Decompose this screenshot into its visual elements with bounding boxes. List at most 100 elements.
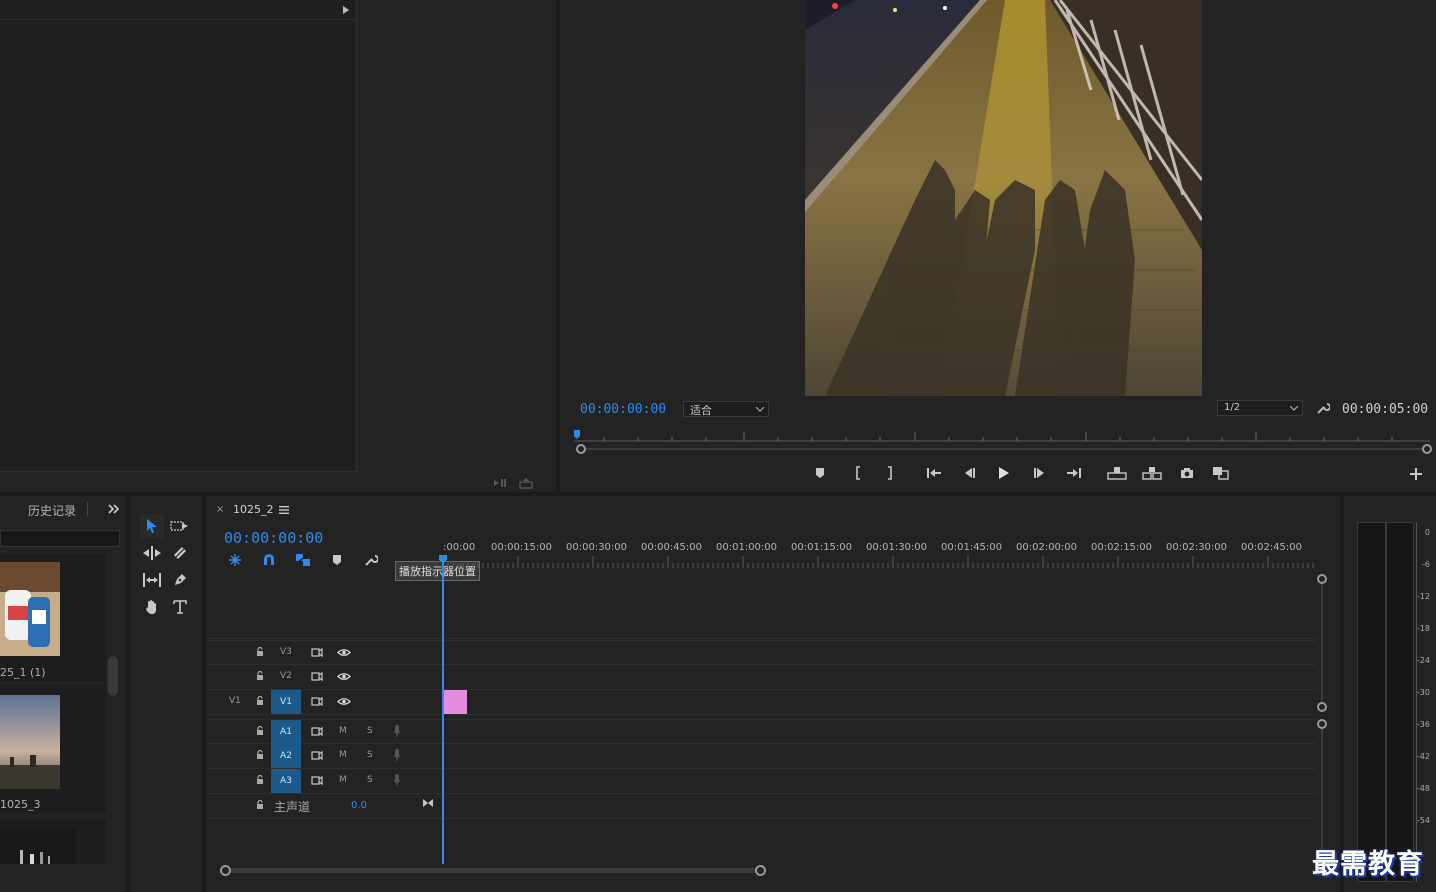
- eye-icon[interactable]: [337, 648, 351, 657]
- lock-icon[interactable]: [256, 671, 264, 681]
- vertical-scroll-handle[interactable]: [1317, 702, 1327, 712]
- mute-button[interactable]: M: [339, 775, 347, 785]
- chevron-down-icon: [756, 406, 764, 412]
- sync-lock-icon[interactable]: [311, 727, 323, 736]
- eye-icon[interactable]: [337, 697, 351, 706]
- project-item[interactable]: [0, 820, 106, 864]
- vertical-scroll-track: [1321, 729, 1323, 859]
- timeline-settings-wrench-icon[interactable]: [359, 548, 383, 572]
- microphone-icon[interactable]: [393, 749, 401, 762]
- selection-tool-icon[interactable]: [140, 514, 164, 538]
- type-tool-icon[interactable]: [168, 595, 192, 619]
- hamburger-menu-icon[interactable]: [278, 504, 290, 516]
- add-button-icon[interactable]: [1404, 462, 1428, 486]
- insert-icon[interactable]: [492, 476, 508, 490]
- go-to-in-button[interactable]: [922, 461, 946, 485]
- export-frame-icon[interactable]: [518, 476, 534, 490]
- lock-icon[interactable]: [256, 775, 264, 785]
- playhead[interactable]: [442, 556, 444, 864]
- add-marker-button[interactable]: [808, 461, 832, 485]
- timeline-zoom-scrollbar[interactable]: [220, 865, 766, 876]
- razor-tool-icon[interactable]: [168, 541, 192, 565]
- track-row-v1[interactable]: V1 V1: [208, 690, 1316, 715]
- program-zoom-scrollbar[interactable]: [576, 444, 1432, 454]
- mute-button[interactable]: M: [339, 750, 347, 760]
- source-patch-label[interactable]: V1: [229, 696, 241, 706]
- track-row-v3[interactable]: V3: [208, 640, 1316, 665]
- sync-lock-icon[interactable]: [311, 648, 323, 657]
- lift-button[interactable]: [1105, 461, 1129, 485]
- sync-lock-icon[interactable]: [311, 672, 323, 681]
- lock-icon[interactable]: [256, 750, 264, 760]
- project-item[interactable]: 1025_3: [0, 685, 106, 813]
- sync-lock-icon[interactable]: [311, 776, 323, 785]
- track-target-a3[interactable]: A3: [271, 769, 301, 793]
- snap-magnet-icon[interactable]: [257, 548, 281, 572]
- program-timecode[interactable]: 00:00:00:00: [580, 402, 666, 417]
- triangle-right-icon[interactable]: [340, 3, 352, 17]
- pen-tool-icon[interactable]: [168, 568, 192, 592]
- lock-icon[interactable]: [256, 800, 264, 810]
- solo-button[interactable]: S: [367, 726, 373, 736]
- mark-out-button[interactable]: [878, 461, 902, 485]
- vertical-scroll-handle[interactable]: [1317, 719, 1327, 729]
- go-to-end-icon[interactable]: [422, 798, 434, 808]
- slip-tool-icon[interactable]: [140, 568, 164, 592]
- master-volume-value[interactable]: 0.0: [351, 800, 367, 811]
- linked-selection-icon[interactable]: [291, 548, 315, 572]
- wrench-icon[interactable]: [1314, 400, 1332, 416]
- play-button[interactable]: [992, 461, 1016, 485]
- close-icon[interactable]: ×: [216, 504, 224, 515]
- mark-in-button[interactable]: [846, 461, 870, 485]
- fit-dropdown[interactable]: 适合: [683, 401, 769, 417]
- panel-menu-chevron-icon[interactable]: [106, 502, 122, 516]
- lock-icon[interactable]: [256, 726, 264, 736]
- lock-icon[interactable]: [256, 647, 264, 657]
- search-input[interactable]: [0, 530, 120, 547]
- ripple-edit-tool-icon[interactable]: [140, 541, 164, 565]
- track-target-a2[interactable]: A2: [271, 744, 301, 768]
- microphone-icon[interactable]: [393, 725, 401, 738]
- track-select-tool-icon[interactable]: [168, 514, 192, 538]
- track-row-a2[interactable]: A2 M S: [208, 744, 1316, 769]
- video-clip[interactable]: [443, 690, 467, 714]
- vertical-scroll-handle[interactable]: [1317, 574, 1327, 584]
- history-tab[interactable]: 历史记录: [28, 502, 76, 519]
- hand-tool-icon[interactable]: [140, 595, 164, 619]
- solo-button[interactable]: S: [367, 775, 373, 785]
- source-monitor-header: [0, 0, 357, 20]
- track-row-a1[interactable]: A1 M S: [208, 719, 1316, 744]
- ruler-label: 00:02:45:00: [1241, 542, 1303, 553]
- extract-button[interactable]: [1140, 461, 1164, 485]
- sync-lock-icon[interactable]: [311, 697, 323, 706]
- chevron-down-icon: [1290, 405, 1298, 411]
- microphone-icon[interactable]: [393, 774, 401, 787]
- resolution-dropdown[interactable]: 1/2: [1217, 400, 1303, 416]
- sync-lock-icon[interactable]: [311, 751, 323, 760]
- track-target-a1[interactable]: A1: [271, 720, 301, 744]
- go-to-out-button[interactable]: [1062, 461, 1086, 485]
- track-row-master[interactable]: 主声道 0.0: [208, 794, 1316, 819]
- timeline-ruler[interactable]: [443, 556, 1316, 570]
- eye-icon[interactable]: [337, 672, 351, 681]
- meter-channel: [1357, 522, 1386, 882]
- solo-button[interactable]: S: [367, 750, 373, 760]
- step-back-button[interactable]: [957, 461, 981, 485]
- comparison-view-button[interactable]: [1209, 461, 1233, 485]
- lock-icon[interactable]: [256, 696, 264, 706]
- tab-sequence[interactable]: 1025_2: [233, 503, 274, 516]
- track-target-v1[interactable]: V1: [271, 690, 301, 714]
- add-marker-icon[interactable]: [325, 548, 349, 572]
- track-row-a3[interactable]: A3 M S: [208, 769, 1316, 794]
- db-label: -42: [1416, 752, 1430, 761]
- ruler-label: 00:02:15:00: [1091, 542, 1153, 553]
- timeline-timecode[interactable]: 00:00:00:00: [224, 529, 323, 547]
- mute-button[interactable]: M: [339, 726, 347, 736]
- program-mini-ruler[interactable]: [574, 428, 1430, 442]
- project-item[interactable]: 25_1 (1): [0, 554, 106, 682]
- nest-sequence-icon[interactable]: [223, 548, 247, 572]
- track-row-v2[interactable]: V2: [208, 665, 1316, 690]
- project-scrollbar[interactable]: [108, 656, 118, 696]
- step-forward-button[interactable]: [1028, 461, 1052, 485]
- camera-icon[interactable]: [1175, 461, 1199, 485]
